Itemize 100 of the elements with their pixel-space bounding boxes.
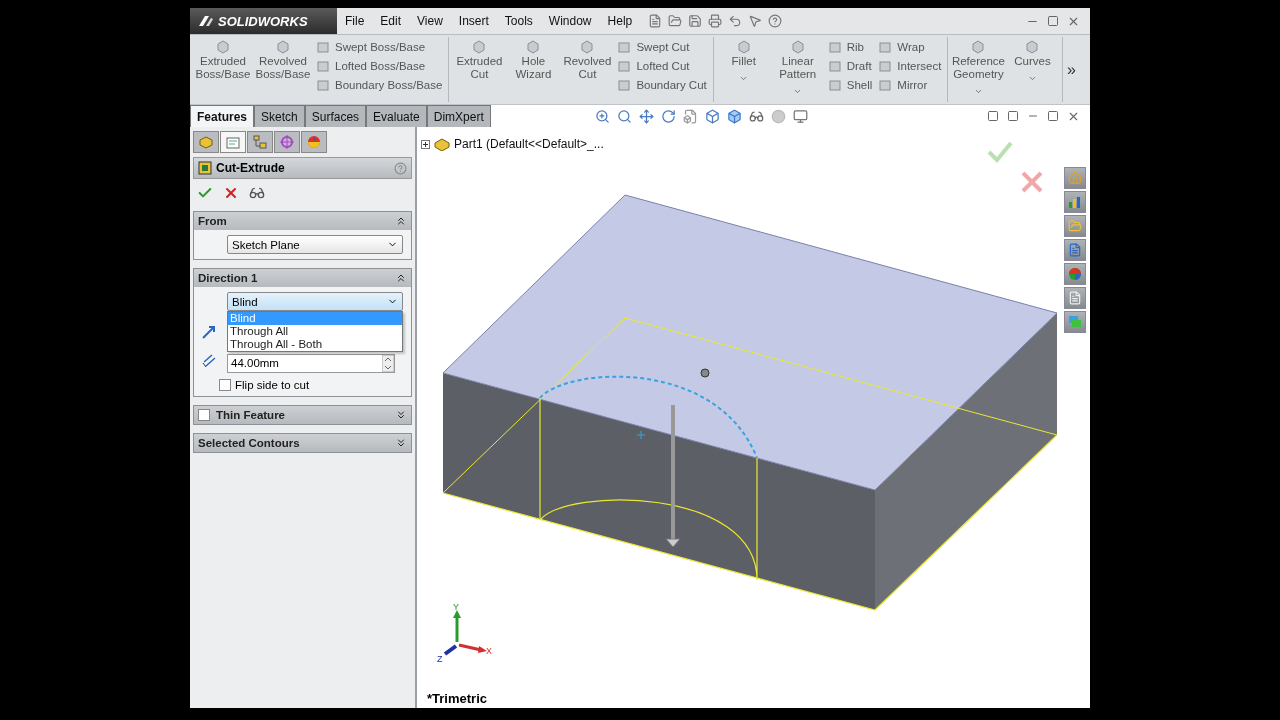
dropdown-option[interactable]: Through All [228,325,402,338]
confirm-cancel-icon[interactable] [1021,171,1043,193]
ribbon-button[interactable]: Hole Wizard [507,37,560,83]
panel-tab[interactable] [220,131,246,153]
dropdown[interactable]: Sketch Plane [227,235,403,254]
menu-item[interactable]: Edit [372,14,410,28]
ribbon-button[interactable]: Swept Cut [615,39,709,55]
dimxpert-icon [279,134,295,150]
ribbon-button[interactable]: Boundary Cut [615,77,709,93]
handle-icon[interactable] [700,368,710,378]
ribbon-button[interactable]: Linear Pattern [771,37,824,98]
feature-icon [827,40,842,54]
rotate-icon[interactable] [661,108,676,124]
dropdown-option[interactable]: Through All - Both [228,338,402,351]
menu-item[interactable]: Insert [450,14,497,28]
ribbon-button[interactable]: Revolved Cut [561,37,614,83]
menu-item[interactable]: File [337,14,373,28]
ribbon-button[interactable]: Rib [825,39,875,55]
ribbon-button[interactable]: Lofted Boss/Base [314,58,445,74]
collapse-icon [395,272,407,284]
axis-label: Y [453,604,459,612]
ribbon-button[interactable]: Reference Geometry [952,37,1005,98]
checkbox[interactable] [219,379,231,391]
ribbon-button[interactable]: Boundary Boss/Base [314,77,445,93]
help-icon[interactable] [768,14,783,28]
restore-icon[interactable] [1047,109,1059,122]
cube-icon [735,39,752,55]
caret-icon [1027,74,1037,83]
ribbon-button[interactable]: Swept Boss/Base [314,39,445,55]
pan-icon[interactable] [639,108,654,124]
tab[interactable]: Features [190,105,255,127]
appearance-icon[interactable] [771,108,786,124]
ribbon-button[interactable]: Revolved Boss/Base [254,37,312,83]
section-header[interactable]: Selected Contours [194,434,411,452]
preview-icon[interactable] [249,185,265,201]
feature-icon [878,40,893,54]
help-icon[interactable] [394,161,407,175]
spinner-icon[interactable] [382,354,394,372]
ribbon-button[interactable]: Draft [825,58,875,74]
menu-item[interactable]: Tools [496,14,541,28]
ribbon-button[interactable]: Shell [825,77,875,93]
depth-field[interactable]: 44.00mm [227,353,395,373]
dropdown[interactable]: Blind [227,292,403,311]
chart-icon[interactable] [1064,191,1086,213]
maximize-icon[interactable] [1047,14,1059,27]
checkbox[interactable] [198,409,210,421]
view-orientation-icon[interactable] [705,108,720,124]
section-header[interactable]: Thin Feature [194,406,411,424]
section-header[interactable]: From [194,212,411,230]
open-icon[interactable] [668,14,683,28]
more-button[interactable]: » [1063,60,1080,79]
cube-icon [970,39,987,55]
zoom-to-fit-icon[interactable] [595,108,610,124]
tab[interactable]: Evaluate [366,105,427,127]
properties-icon[interactable] [1064,287,1086,309]
save-icon[interactable] [688,14,703,28]
library-icon[interactable] [1064,239,1086,261]
zoom-area-icon[interactable] [617,108,632,124]
confirm-check-icon[interactable] [987,141,1013,163]
display-style-icon[interactable] [727,108,742,124]
tab[interactable]: Sketch [254,105,305,127]
appearance-icon[interactable] [1064,263,1086,285]
new-icon[interactable] [648,14,663,28]
folder-icon[interactable] [1064,215,1086,237]
expand-icon[interactable] [421,139,430,149]
select-icon[interactable] [748,14,763,28]
ribbon-button[interactable]: Extruded Cut [453,37,506,83]
cube-icon [215,39,231,55]
ribbon-button[interactable]: Mirror [876,77,944,93]
section-header[interactable]: Direction 1 [194,269,411,287]
tab[interactable]: Surfaces [304,105,367,127]
tile-icon[interactable] [1007,109,1019,122]
ribbon-button[interactable]: Curves [1006,37,1059,85]
ribbon-button[interactable]: Extruded Boss/Base [194,37,252,83]
feature-icon [617,40,632,54]
panel-tab[interactable] [274,131,300,153]
panel-tab[interactable] [193,131,219,153]
cancel-icon[interactable] [223,185,239,201]
menu-item[interactable]: Help [599,14,641,28]
logo: SOLIDWORKS [190,8,337,34]
direction-arrow[interactable] [665,405,681,548]
panel-tab[interactable] [247,131,273,153]
tab[interactable]: DimXpert [426,105,491,127]
panel-tab[interactable] [301,131,327,153]
section-view-icon[interactable] [683,108,698,124]
ribbon-button[interactable]: Wrap [876,39,944,55]
tile-icon[interactable] [987,109,999,122]
tree-item[interactable]: Part1 (Default<<Default>_... [454,137,604,151]
print-icon[interactable] [708,14,723,28]
part-icon [434,137,450,151]
cube-icon [1024,39,1041,55]
view-settings-icon[interactable] [793,108,808,124]
undo-icon[interactable] [728,14,743,28]
ribbon-button[interactable]: Lofted Cut [615,58,709,74]
menu-item[interactable]: Window [540,14,600,28]
caret-icon [793,87,803,96]
feature-icon [827,78,842,92]
menu-item[interactable]: View [409,14,451,28]
ribbon-button[interactable]: Intersect [876,58,944,74]
ribbon-button[interactable]: Fillet [717,37,770,85]
